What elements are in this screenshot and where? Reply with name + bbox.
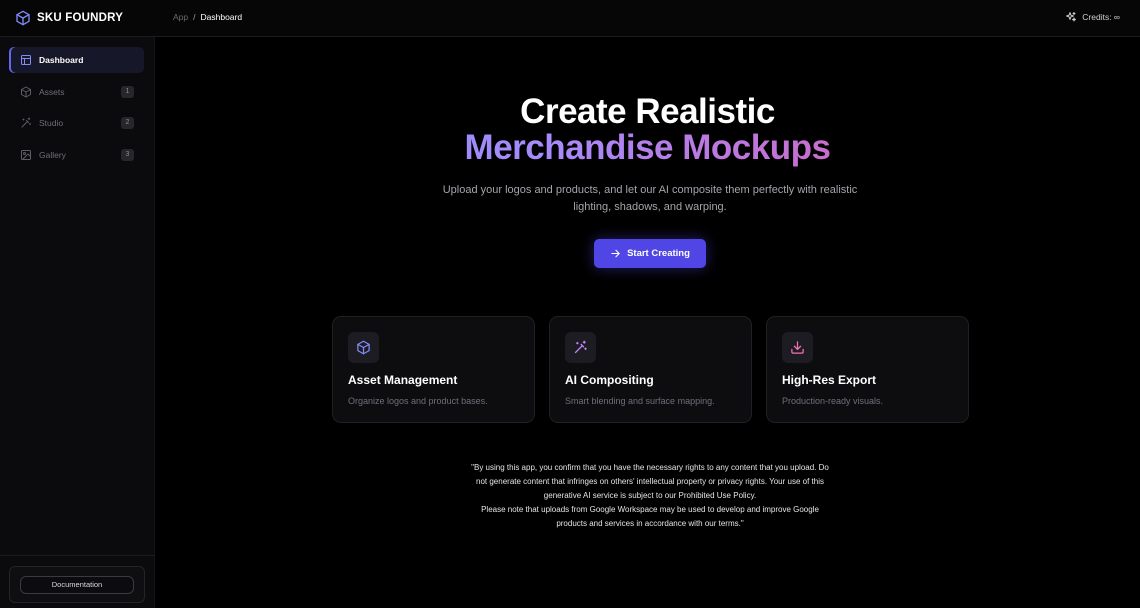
feature-title: Asset Management (348, 373, 458, 387)
top-header: SKU FOUNDRY App / Dashboard Credits: ∞ (0, 0, 1140, 37)
feature-title: High-Res Export (782, 373, 877, 387)
feature-description: Organize logos and product bases. (348, 396, 488, 406)
sidebar-item-studio[interactable]: Studio 2 (9, 110, 144, 136)
hero-title-line2: Merchandise Mockups (155, 128, 1140, 168)
breadcrumb-current: Dashboard (200, 12, 243, 22)
disclaimer-line: products and services in accordance with… (556, 519, 744, 528)
feature-description: Smart blending and surface mapping. (565, 396, 715, 406)
feature-card-ai-compositing: AI Compositing Smart blending and surfac… (549, 316, 752, 423)
magic-wand-icon (565, 332, 596, 363)
cube-icon (15, 10, 31, 26)
sidebar-item-label: Gallery (39, 150, 66, 160)
sidebar-item-assets[interactable]: Assets 1 (9, 79, 144, 105)
layout-icon (20, 54, 32, 66)
disclaimer-line: generative AI service is subject to our … (543, 491, 757, 500)
image-icon (20, 149, 32, 161)
count-badge: 1 (121, 86, 134, 98)
disclaimer-line: not generate content that infringes on o… (476, 477, 824, 486)
magic-wand-icon (20, 117, 32, 129)
count-badge: 3 (121, 149, 134, 161)
feature-card-high-res-export: High-Res Export Production-ready visuals… (766, 316, 969, 423)
sidebar-footer: Documentation (0, 555, 155, 608)
breadcrumb: App / Dashboard (173, 12, 242, 22)
sidebar: Dashboard Assets 1 Studio 2 Gallery 3 Do… (0, 37, 155, 608)
documentation-card: Documentation (9, 566, 145, 603)
credits-indicator: Credits: ∞ (1065, 11, 1120, 23)
app-root: SKU FOUNDRY App / Dashboard Credits: ∞ D… (0, 0, 1140, 608)
breadcrumb-separator: / (193, 12, 196, 22)
sidebar-item-label: Assets (39, 87, 65, 97)
sparkles-icon (1065, 11, 1077, 23)
brand-logo[interactable]: SKU FOUNDRY (15, 9, 123, 27)
sidebar-item-gallery[interactable]: Gallery 3 (9, 142, 144, 168)
start-creating-button[interactable]: Start Creating (594, 239, 706, 268)
credits-label: Credits: ∞ (1082, 12, 1120, 22)
sidebar-item-dashboard[interactable]: Dashboard (9, 47, 144, 73)
legal-disclaimer: "By using this app, you confirm that you… (440, 461, 860, 531)
brand-name: SKU FOUNDRY (37, 12, 124, 24)
sidebar-item-label: Dashboard (39, 55, 84, 65)
hero-subtitle: Upload your logos and products, and let … (442, 184, 858, 213)
download-icon (782, 332, 813, 363)
disclaimer-line: Please note that uploads from Google Wor… (481, 505, 819, 514)
hero-title-line1: Create Realistic (520, 92, 775, 131)
count-badge: 2 (121, 117, 134, 129)
arrow-right-icon (610, 248, 621, 259)
feature-title: AI Compositing (565, 373, 654, 387)
documentation-button[interactable]: Documentation (20, 576, 134, 594)
sidebar-item-label: Studio (39, 118, 64, 128)
box-icon (348, 332, 379, 363)
start-creating-label: Start Creating (627, 248, 690, 259)
breadcrumb-root[interactable]: App (173, 12, 188, 22)
feature-card-asset-management: Asset Management Organize logos and prod… (332, 316, 535, 423)
feature-description: Production-ready visuals. (782, 396, 884, 406)
disclaimer-line: "By using this app, you confirm that you… (471, 463, 829, 472)
box-icon (20, 86, 32, 98)
